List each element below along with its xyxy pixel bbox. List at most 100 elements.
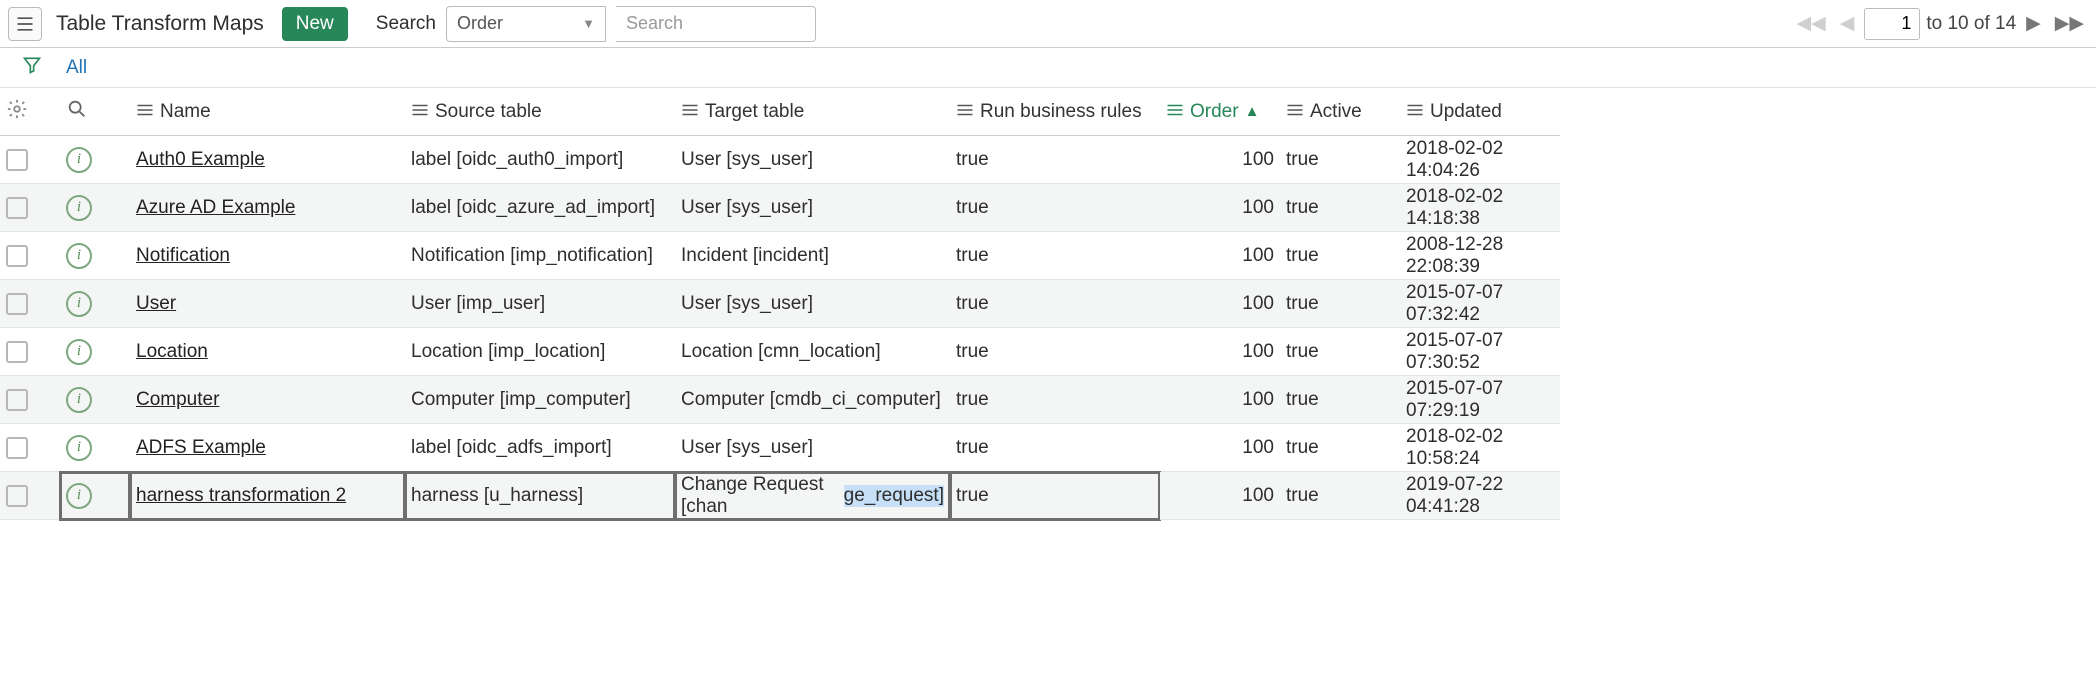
cell-updated: 2018-02-02 14:04:26	[1400, 136, 1560, 184]
column-header-order[interactable]: Order ▲	[1160, 88, 1280, 136]
cell-source: label [oidc_auth0_import]	[405, 136, 675, 184]
cell-updated: 2019-07-22 04:41:28	[1400, 472, 1560, 520]
info-icon[interactable]: i	[66, 243, 92, 269]
cell-active: true	[1280, 184, 1400, 232]
row-info-cell: i	[60, 376, 130, 424]
cell-target: Change Request [change_request]	[675, 472, 950, 520]
info-icon[interactable]: i	[66, 291, 92, 317]
cell-source: Location [imp_location]	[405, 328, 675, 376]
cell-name: Notification	[130, 232, 405, 280]
column-menu-icon	[956, 101, 974, 123]
row-checkbox[interactable]	[6, 341, 28, 363]
info-icon[interactable]: i	[66, 147, 92, 173]
list-menu-button[interactable]	[8, 7, 42, 41]
cell-order: 100	[1160, 136, 1280, 184]
cell-name: Auth0 Example	[130, 136, 405, 184]
info-icon[interactable]: i	[66, 339, 92, 365]
cell-source: User [imp_user]	[405, 280, 675, 328]
column-header-active[interactable]: Active	[1280, 88, 1400, 136]
cell-updated: 2008-12-28 22:08:39	[1400, 232, 1560, 280]
name-link[interactable]: Azure AD Example	[136, 197, 295, 219]
row-checkbox[interactable]	[6, 437, 28, 459]
column-header-name[interactable]: Name	[130, 88, 405, 136]
row-checkbox-cell	[0, 232, 60, 280]
row-checkbox[interactable]	[6, 389, 28, 411]
name-link[interactable]: ADFS Example	[136, 437, 266, 459]
name-link[interactable]: Auth0 Example	[136, 149, 265, 171]
row-checkbox[interactable]	[6, 245, 28, 267]
breadcrumb-all[interactable]: All	[66, 57, 87, 79]
row-info-cell: i	[60, 424, 130, 472]
column-header-rbr[interactable]: Run business rules	[950, 88, 1160, 136]
search-icon[interactable]	[66, 98, 88, 126]
name-link[interactable]: Notification	[136, 245, 230, 267]
cell-order: 100	[1160, 424, 1280, 472]
first-page-button[interactable]: ◀◀	[1792, 12, 1829, 35]
prev-page-button[interactable]: ◀	[1836, 12, 1859, 35]
row-checkbox[interactable]	[6, 197, 28, 219]
cell-source: Notification [imp_notification]	[405, 232, 675, 280]
row-checkbox-cell	[0, 184, 60, 232]
data-grid: Name Source table Target table Run busin…	[0, 88, 2096, 520]
cell-order: 100	[1160, 328, 1280, 376]
search-field-select[interactable]: Order ▼	[446, 6, 606, 42]
column-menu-icon	[681, 101, 699, 123]
last-page-button[interactable]: ▶▶	[2051, 12, 2088, 35]
page-number-input[interactable]	[1864, 8, 1920, 40]
name-link[interactable]: harness transformation 2	[136, 485, 346, 507]
row-checkbox[interactable]	[6, 485, 28, 507]
cell-name: Azure AD Example	[130, 184, 405, 232]
cell-active: true	[1280, 376, 1400, 424]
chevron-down-icon: ▼	[582, 16, 595, 31]
name-link[interactable]: Location	[136, 341, 208, 363]
cell-active: true	[1280, 232, 1400, 280]
column-menu-icon	[1166, 101, 1184, 123]
column-menu-icon	[1286, 101, 1304, 123]
cell-active: true	[1280, 136, 1400, 184]
toolbar: Table Transform Maps New Search Order ▼ …	[0, 0, 2096, 48]
cell-rbr: true	[950, 472, 1160, 520]
cell-order: 100	[1160, 376, 1280, 424]
name-link[interactable]: Computer	[136, 389, 219, 411]
cell-name: Location	[130, 328, 405, 376]
cell-rbr: true	[950, 232, 1160, 280]
cell-target: User [sys_user]	[675, 424, 950, 472]
header-gear	[0, 88, 60, 136]
pager: ◀◀ ◀ to 10 of 14 ▶ ▶▶	[1792, 8, 2088, 40]
row-checkbox-cell	[0, 280, 60, 328]
info-icon[interactable]: i	[66, 195, 92, 221]
cell-target: Computer [cmdb_ci_computer]	[675, 376, 950, 424]
sort-asc-icon: ▲	[1245, 103, 1260, 120]
cell-source: label [oidc_azure_ad_import]	[405, 184, 675, 232]
row-checkbox[interactable]	[6, 293, 28, 315]
cell-name: User	[130, 280, 405, 328]
page-range-text: to 10 of 14	[1926, 13, 2016, 35]
cell-order: 100	[1160, 232, 1280, 280]
row-checkbox[interactable]	[6, 149, 28, 171]
next-page-button[interactable]: ▶	[2022, 12, 2045, 35]
search-input[interactable]	[616, 6, 816, 42]
gear-icon[interactable]	[6, 98, 28, 126]
filter-icon[interactable]	[22, 55, 42, 81]
cell-target: Location [cmn_location]	[675, 328, 950, 376]
info-icon[interactable]: i	[66, 435, 92, 461]
row-checkbox-cell	[0, 424, 60, 472]
cell-order: 100	[1160, 472, 1280, 520]
cell-updated: 2015-07-07 07:30:52	[1400, 328, 1560, 376]
column-header-updated[interactable]: Updated	[1400, 88, 1560, 136]
cell-name: Computer	[130, 376, 405, 424]
cell-target: User [sys_user]	[675, 184, 950, 232]
info-icon[interactable]: i	[66, 387, 92, 413]
column-header-source[interactable]: Source table	[405, 88, 675, 136]
column-header-target[interactable]: Target table	[675, 88, 950, 136]
column-menu-icon	[136, 101, 154, 123]
cell-rbr: true	[950, 424, 1160, 472]
cell-rbr: true	[950, 280, 1160, 328]
info-icon[interactable]: i	[66, 483, 92, 509]
new-button[interactable]: New	[282, 7, 348, 41]
cell-updated: 2015-07-07 07:32:42	[1400, 280, 1560, 328]
row-info-cell: i	[60, 328, 130, 376]
cell-rbr: true	[950, 376, 1160, 424]
name-link[interactable]: User	[136, 293, 176, 315]
row-checkbox-cell	[0, 472, 60, 520]
